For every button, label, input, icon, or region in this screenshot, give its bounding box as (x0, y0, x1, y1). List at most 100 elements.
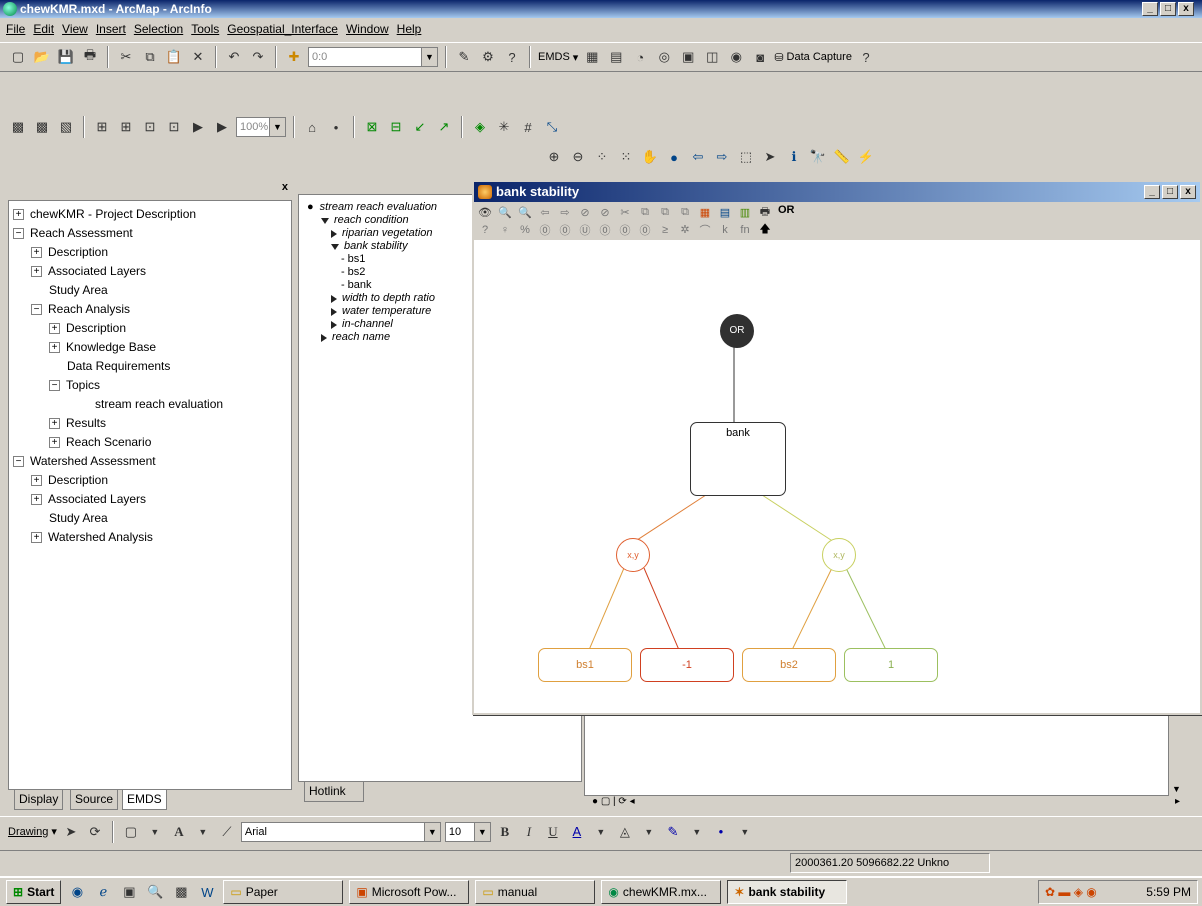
menu-selection[interactable]: Selection (134, 22, 183, 36)
copy-left-icon[interactable]: ⧉ (636, 204, 654, 221)
compare-icon[interactable]: ≥ (656, 221, 674, 238)
tree-item[interactable]: + Reach Scenario (13, 433, 287, 452)
collapsed-arrow-icon[interactable] (331, 294, 337, 303)
node-one[interactable]: 1 (844, 648, 938, 682)
tree-item[interactable]: + Description (13, 319, 287, 338)
eye-icon[interactable]: 👁 (476, 204, 494, 221)
font-color-icon[interactable]: A (567, 822, 587, 842)
print-icon[interactable]: 🖶 (80, 47, 100, 67)
emds-menu-button[interactable]: EMDS ▾ (538, 51, 578, 64)
rectangle-icon[interactable]: ▢ (121, 822, 141, 842)
taskbar-item-powerpoint[interactable]: ▣ Microsoft Pow... (349, 880, 470, 904)
collapse-icon[interactable]: − (13, 456, 24, 467)
lock-icon[interactable]: ⌂ (302, 117, 322, 137)
and-op-icon[interactable]: ⓪ (556, 221, 574, 238)
left-icon[interactable]: ⇦ (536, 204, 554, 221)
no-icon[interactable]: ⊘ (596, 204, 614, 221)
network-icon[interactable]: ▦ (696, 204, 714, 221)
chevron-down-icon[interactable]: ▼ (735, 822, 755, 842)
save-emds-icon[interactable]: ▣ (678, 47, 698, 67)
expand-icon[interactable]: + (31, 475, 42, 486)
full-extent-icon[interactable]: ● (664, 147, 684, 167)
tool-c-icon[interactable]: ▧ (56, 117, 76, 137)
menu-tools[interactable]: Tools (191, 22, 219, 36)
tree-item[interactable]: − Topics (13, 376, 287, 395)
menu-window[interactable]: Window (346, 22, 389, 36)
tool-h-icon[interactable]: ▶ (188, 117, 208, 137)
tree-item[interactable]: + Knowledge Base (13, 338, 287, 357)
taskbar-item-manual[interactable]: ▭ manual (475, 880, 596, 904)
expanded-arrow-icon[interactable] (331, 243, 339, 250)
menu-view[interactable]: View (62, 22, 88, 36)
not-op-icon[interactable]: ⓪ (596, 221, 614, 238)
tool-d-icon[interactable]: ⊞ (92, 117, 112, 137)
expanded-arrow-icon[interactable] (321, 217, 329, 224)
tab-emds[interactable]: EMDS (122, 790, 167, 810)
collapsed-arrow-icon[interactable] (331, 229, 337, 238)
line-color-icon[interactable]: ✎ (663, 822, 683, 842)
add-data-icon[interactable]: ✚ (284, 47, 304, 67)
tree-item[interactable]: Study Area (13, 281, 287, 300)
data-capture-button[interactable]: ⛁ Data Capture (774, 51, 852, 64)
chevron-down-icon[interactable]: ▼ (473, 822, 490, 841)
search-icon[interactable]: 🔍 (496, 204, 514, 221)
quicklaunch-ie-icon[interactable]: ℯ (93, 882, 113, 902)
expand-icon[interactable]: + (31, 532, 42, 543)
tree-item[interactable]: + Associated Layers (13, 490, 287, 509)
maximize-button[interactable]: □ (1162, 185, 1178, 199)
node-bs1[interactable]: bs1 (538, 648, 632, 682)
measure-icon[interactable]: 📏 (832, 147, 852, 167)
eye-icon[interactable]: ◉ (726, 47, 746, 67)
tree-item[interactable]: + Results (13, 414, 287, 433)
collapse-icon[interactable]: − (49, 380, 60, 391)
expand-icon[interactable]: + (13, 209, 24, 220)
union-op-icon[interactable]: Ⓤ (576, 221, 594, 238)
cut-icon[interactable]: ✂ (616, 204, 634, 221)
node-or[interactable]: OR (720, 314, 754, 348)
tree-item[interactable]: + chewKMR - Project Description (13, 205, 287, 224)
scroll-down-icon[interactable]: ▼ (1172, 784, 1181, 794)
expand-icon[interactable]: + (49, 342, 60, 353)
font-name-combo[interactable]: Arial ▼ (240, 821, 441, 842)
chevron-down-icon[interactable]: ▼ (639, 822, 659, 842)
chevron-down-icon[interactable]: ▼ (145, 822, 165, 842)
marker-color-icon[interactable]: • (711, 822, 731, 842)
curve-icon[interactable]: ⌒ (696, 221, 714, 238)
scroll-right-icon[interactable]: ▸ (1175, 796, 1180, 807)
expand-icon[interactable]: + (31, 247, 42, 258)
vertical-scrollbar[interactable]: ▼ (1168, 714, 1184, 796)
map-view[interactable] (584, 714, 1184, 796)
menu-edit[interactable]: Edit (33, 22, 54, 36)
close-button[interactable]: x (1180, 185, 1196, 199)
chevron-down-icon[interactable]: ▼ (591, 822, 611, 842)
tree-item[interactable]: + Description (13, 243, 287, 262)
menu-insert[interactable]: Insert (96, 22, 126, 36)
chevron-down-icon[interactable]: ▼ (193, 822, 213, 842)
globe-icon[interactable]: ◎ (654, 47, 674, 67)
sand-op-icon[interactable]: ⓪ (636, 221, 654, 238)
bulb-icon[interactable]: ♀ (496, 221, 514, 238)
tree-item[interactable]: − Reach Assessment (13, 224, 287, 243)
connect-icon[interactable]: ⤡ (542, 117, 562, 137)
expand-icon[interactable]: + (31, 266, 42, 277)
or-op-icon[interactable]: ⓪ (536, 221, 554, 238)
tree-item[interactable]: stream reach evaluation (13, 395, 287, 414)
text-icon[interactable]: A (169, 822, 189, 842)
zoom-in-icon[interactable]: ⊕ (544, 147, 564, 167)
tool-a-icon[interactable]: ▩ (8, 117, 28, 137)
find-icon[interactable]: 🔭 (808, 147, 828, 167)
forward-icon[interactable]: ⇨ (712, 147, 732, 167)
taskbar-item-bank-stability[interactable]: ✶ bank stability (727, 880, 848, 904)
map-scale-combo[interactable]: 0:0 ▼ (308, 47, 438, 67)
close-button[interactable]: x (1178, 2, 1194, 16)
help-icon[interactable]: ? (476, 221, 494, 238)
report-icon[interactable]: ◫ (702, 47, 722, 67)
node-bs2[interactable]: bs2 (742, 648, 836, 682)
select-features-icon[interactable]: ⬚ (736, 147, 756, 167)
help-icon[interactable]: ? (856, 47, 876, 67)
collapsed-arrow-icon[interactable] (331, 307, 337, 316)
tool-b-icon[interactable]: ▩ (32, 117, 52, 137)
arrow-in-icon[interactable]: ↙ (410, 117, 430, 137)
node-op-right[interactable]: x,y (822, 538, 856, 572)
drawing-menu-button[interactable]: Drawing ▾ (8, 825, 57, 839)
